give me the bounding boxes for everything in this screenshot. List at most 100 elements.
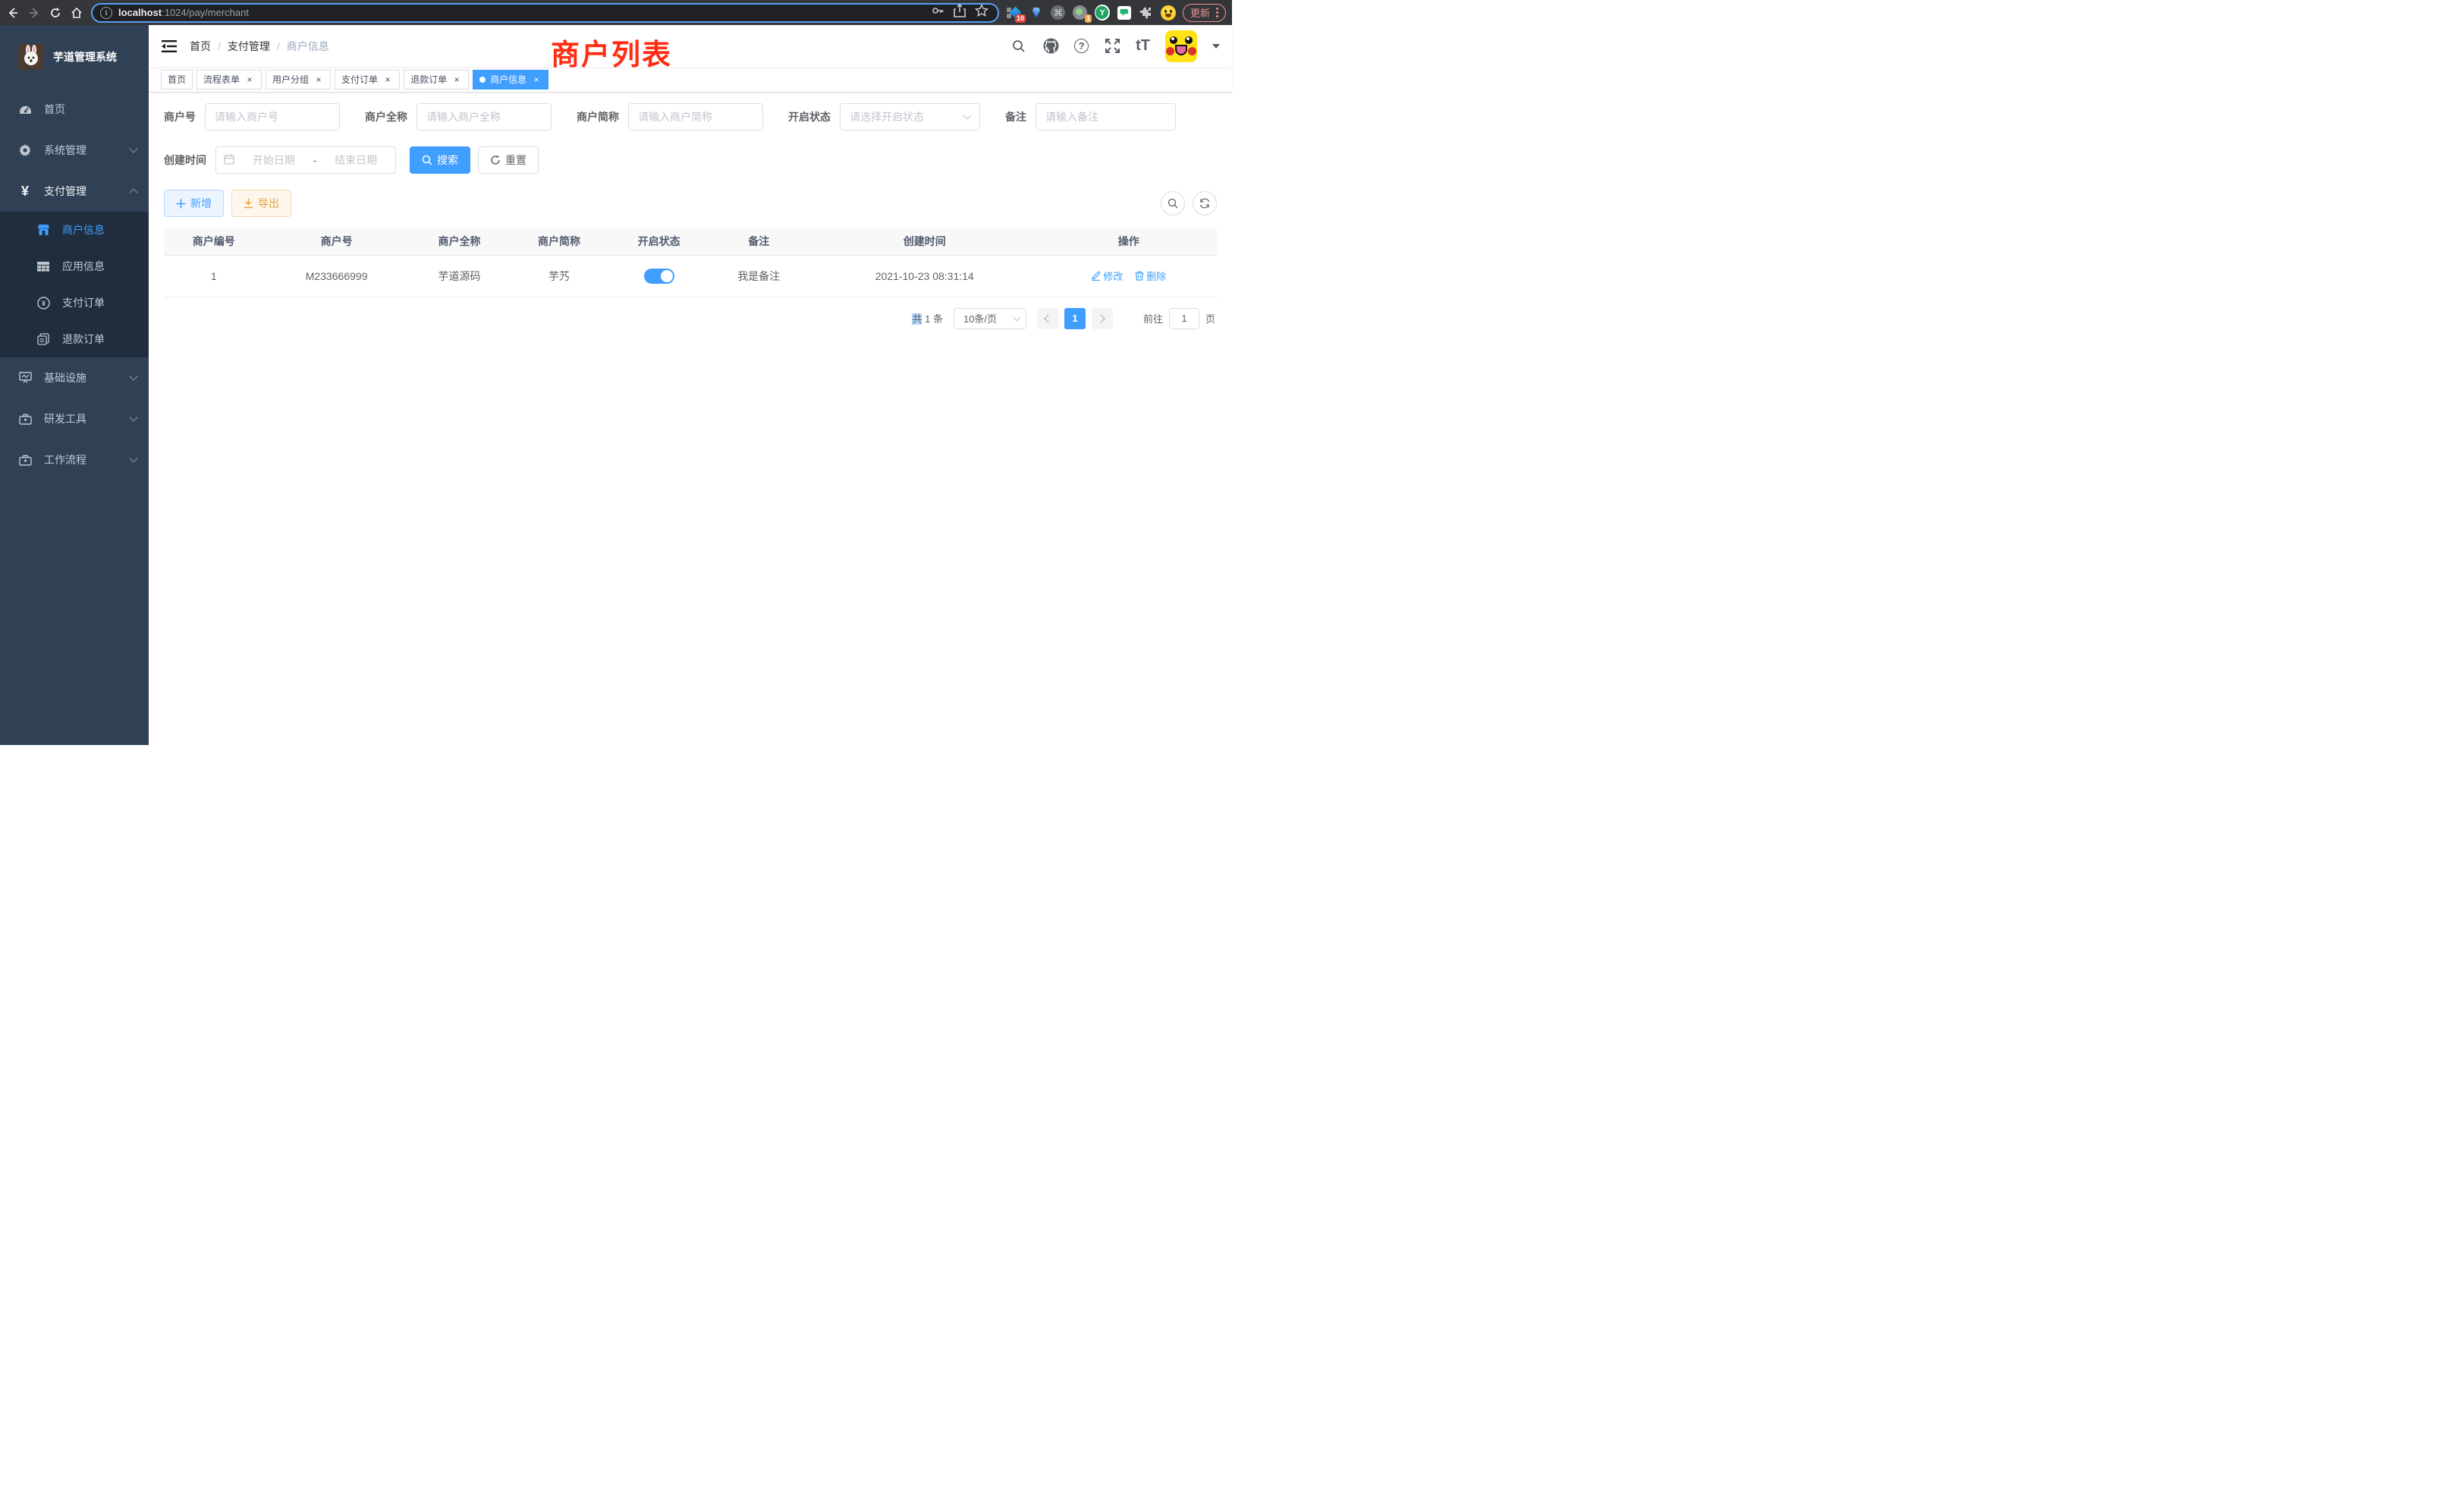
share-icon[interactable]	[954, 4, 966, 21]
chevron-down-icon	[129, 413, 137, 421]
sidebar-item-system[interactable]: 系统管理	[0, 130, 149, 171]
page-size-select[interactable]: 10条/页	[954, 308, 1026, 329]
gear-icon	[18, 144, 32, 156]
extension-command-icon[interactable]: ⌘	[1051, 5, 1066, 20]
sidebar-item-pay-order[interactable]: ¥ 支付订单	[0, 284, 149, 321]
sidebar-logo[interactable]: 芋道管理系统	[0, 25, 149, 89]
status-select-placeholder: 请选择开启状态	[850, 109, 924, 124]
status-toggle[interactable]	[644, 269, 674, 284]
search-button-label: 搜索	[437, 152, 458, 168]
reset-button-label: 重置	[505, 152, 526, 168]
github-icon[interactable]	[1042, 38, 1059, 55]
extension-chat-icon[interactable]	[1117, 5, 1132, 20]
tab-process-form[interactable]: 流程表单 ×	[196, 70, 262, 90]
sidebar-item-infrastructure[interactable]: 基础设施	[0, 357, 149, 398]
info-icon[interactable]	[100, 7, 112, 19]
filter-row-2: 创建时间 开始日期 - 结束日期 搜索 重置	[164, 146, 1217, 174]
total-suffix: 条	[933, 313, 943, 325]
close-icon[interactable]: ×	[451, 74, 462, 85]
star-icon[interactable]	[975, 4, 988, 21]
sidebar-item-workflow[interactable]: 工作流程	[0, 439, 149, 480]
close-icon[interactable]: ×	[313, 74, 324, 85]
user-avatar[interactable]	[1165, 30, 1197, 62]
extension-pin-icon[interactable]	[1029, 5, 1044, 20]
pagination-goto: 前往 页	[1143, 308, 1215, 329]
sidebar-item-label: 商户信息	[62, 222, 137, 237]
home-icon[interactable]	[70, 6, 83, 20]
chevron-down-icon	[1014, 313, 1021, 321]
breadcrumb-home[interactable]: 首页	[190, 39, 211, 54]
date-range-picker[interactable]: 开始日期 - 结束日期	[215, 146, 396, 174]
delete-label: 删除	[1146, 269, 1166, 283]
profile-avatar[interactable]	[1161, 5, 1176, 20]
cell-actions: 修改 删除	[1040, 255, 1217, 297]
add-button[interactable]: 新增	[164, 190, 224, 217]
extensions-puzzle-icon[interactable]	[1139, 5, 1154, 20]
current-page-button[interactable]: 1	[1064, 308, 1086, 329]
browser-update-button[interactable]: 更新	[1183, 4, 1226, 22]
col-full-name: 商户全称	[410, 228, 510, 255]
extension-meet-icon[interactable]: 1	[1073, 5, 1088, 20]
status-select[interactable]: 请选择开启状态	[840, 103, 980, 130]
sidebar-submenu-payment: 商户信息 应用信息 ¥ 支付订单 退款订单	[0, 212, 149, 357]
key-icon[interactable]	[931, 4, 944, 21]
edit-link[interactable]: 修改	[1091, 269, 1123, 283]
breadcrumb-current: 商户信息	[287, 39, 329, 54]
avatar-caret-icon[interactable]	[1212, 44, 1220, 49]
tab-pay-order[interactable]: 支付订单×	[335, 70, 400, 90]
sidebar-item-refund-order[interactable]: 退款订单	[0, 321, 149, 357]
show-search-button[interactable]	[1161, 191, 1185, 215]
table-toolbar: 新增 导出	[164, 190, 1217, 217]
yen-icon: ¥	[18, 184, 32, 198]
logo-avatar	[18, 44, 44, 70]
sidebar-item-home[interactable]: 首页	[0, 89, 149, 130]
tab-home[interactable]: 首页	[161, 70, 193, 90]
browser-menu-icon[interactable]	[1216, 8, 1218, 17]
sidebar-item-label: 支付订单	[62, 295, 137, 310]
full-name-input[interactable]	[416, 103, 552, 130]
sidebar-item-merchant-info[interactable]: 商户信息	[0, 212, 149, 248]
date-start-input[interactable]: 开始日期	[242, 152, 306, 168]
search-button[interactable]: 搜索	[410, 146, 470, 174]
cell-status	[609, 255, 709, 297]
tab-user-group[interactable]: 用户分组×	[266, 70, 331, 90]
download-icon	[244, 198, 253, 209]
sidebar-item-label: 研发工具	[44, 411, 118, 426]
close-icon[interactable]: ×	[382, 74, 393, 85]
tab-label: 流程表单	[203, 73, 240, 86]
remark-input[interactable]	[1036, 103, 1176, 130]
sidebar-item-dev-tools[interactable]: 研发工具	[0, 398, 149, 439]
address-bar[interactable]: localhost:1024/pay/merchant	[91, 3, 999, 23]
header-actions: ? tT	[1010, 30, 1220, 62]
fullscreen-icon[interactable]	[1104, 38, 1120, 55]
reset-button[interactable]: 重置	[478, 146, 539, 174]
back-icon[interactable]	[6, 6, 20, 20]
prev-page-button[interactable]	[1037, 308, 1058, 329]
tab-merchant-info[interactable]: 商户信息×	[473, 70, 548, 90]
short-name-input[interactable]	[628, 103, 763, 130]
breadcrumb-payment[interactable]: 支付管理	[228, 39, 270, 54]
chevron-down-icon	[963, 111, 971, 119]
close-icon[interactable]: ×	[531, 74, 542, 85]
sidebar-item-payment[interactable]: ¥ 支付管理	[0, 171, 149, 212]
next-page-button[interactable]	[1092, 308, 1113, 329]
reload-icon[interactable]	[49, 6, 62, 20]
search-icon[interactable]	[1010, 38, 1027, 55]
forward-icon[interactable]	[27, 6, 41, 20]
extension-y-icon[interactable]: Y	[1095, 5, 1110, 20]
close-icon[interactable]: ×	[244, 74, 255, 85]
merchant-no-input[interactable]	[205, 103, 340, 130]
help-icon[interactable]: ?	[1074, 39, 1089, 53]
collapse-sidebar-icon[interactable]	[161, 38, 178, 55]
delete-link[interactable]: 删除	[1135, 269, 1166, 283]
date-end-input[interactable]: 结束日期	[324, 152, 388, 168]
sidebar-item-app-info[interactable]: 应用信息	[0, 248, 149, 284]
search-icon	[422, 155, 432, 165]
refresh-table-button[interactable]	[1193, 191, 1217, 215]
tab-refund-order[interactable]: 退款订单×	[404, 70, 469, 90]
goto-page-input[interactable]	[1169, 308, 1199, 329]
font-size-icon[interactable]: tT	[1136, 37, 1150, 55]
extension-diamond-icon[interactable]: 10	[1007, 5, 1022, 20]
export-button[interactable]: 导出	[231, 190, 291, 217]
table-row: 1 M233666999 芋道源码 芋艿 我是备注 2021-10-23 08:…	[164, 255, 1217, 297]
